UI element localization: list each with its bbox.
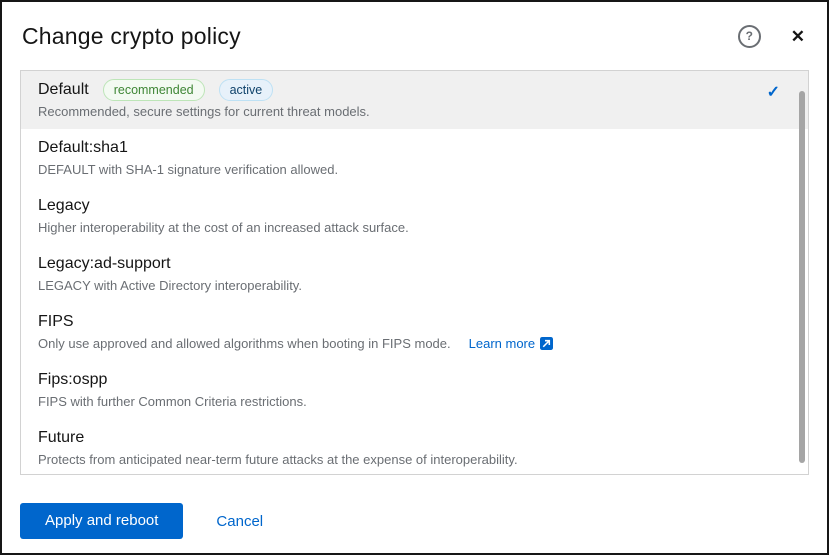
badge-active: active [218, 79, 274, 101]
policy-name: Legacy:ad-support [38, 255, 171, 272]
learn-more-link[interactable]: Learn more [468, 336, 554, 351]
close-icon: ✕ [790, 27, 805, 46]
dialog-title: Change crypto policy [22, 23, 241, 49]
policy-name: Fips:ospp [38, 371, 108, 388]
policy-description: Only use approved and allowed algorithms… [38, 336, 451, 351]
policy-description: LEGACY with Active Directory interoperab… [38, 278, 302, 293]
policy-description: Higher interoperability at the cost of a… [38, 220, 409, 235]
policy-description: FIPS with further Common Criteria restri… [38, 394, 307, 409]
scrollbar[interactable] [799, 91, 805, 463]
policy-row-legacy[interactable]: Legacy Higher interoperability at the cos… [21, 187, 808, 245]
policy-row-fips[interactable]: FIPS Only use approved and allowed algori… [21, 303, 808, 361]
policy-name: Legacy [38, 197, 90, 214]
policy-list: Default recommended active Recommended, sec… [20, 70, 809, 475]
external-link-icon [540, 337, 554, 350]
cancel-button[interactable]: Cancel [216, 504, 263, 539]
help-icon: ? [737, 25, 761, 48]
policy-description: DEFAULT with SHA-1 signature verificatio… [38, 162, 339, 177]
policy-name: Future [38, 429, 85, 446]
policy-row-fips-ospp[interactable]: Fips:ospp FIPS with further Common Criter… [21, 361, 808, 419]
policy-row-default[interactable]: Default recommended active Recommended, sec… [21, 71, 808, 129]
policy-description: Protects from anticipated near-term futu… [38, 452, 518, 467]
help-button[interactable]: ? [737, 25, 761, 48]
close-button[interactable]: ✕ [791, 28, 805, 45]
learn-more-label: Learn more [468, 336, 536, 351]
policy-name: Default [38, 81, 89, 98]
badge-recommended: recommended [102, 79, 205, 101]
policy-row-future[interactable]: Future Protects from anticipated near-ter… [21, 419, 808, 474]
policy-name: FIPS [38, 313, 74, 330]
policy-row-default-sha1[interactable]: Default:sha1 DEFAULT with SHA-1 signature… [21, 129, 808, 187]
dialog-footer: Apply and reboot Cancel [20, 503, 809, 539]
policy-row-legacy-ad-support[interactable]: Legacy:ad-support LEGACY with Active Dire… [21, 245, 808, 303]
policy-description: Recommended, secure settings for current… [38, 104, 370, 119]
change-crypto-policy-dialog: Change crypto policy ? ✕ Default recommen… [0, 0, 829, 555]
apply-and-reboot-button[interactable]: Apply and reboot [20, 503, 184, 539]
dialog-header: Change crypto policy ? ✕ [2, 2, 827, 50]
check-icon: ✓ [766, 84, 780, 101]
policy-name: Default:sha1 [38, 139, 128, 156]
